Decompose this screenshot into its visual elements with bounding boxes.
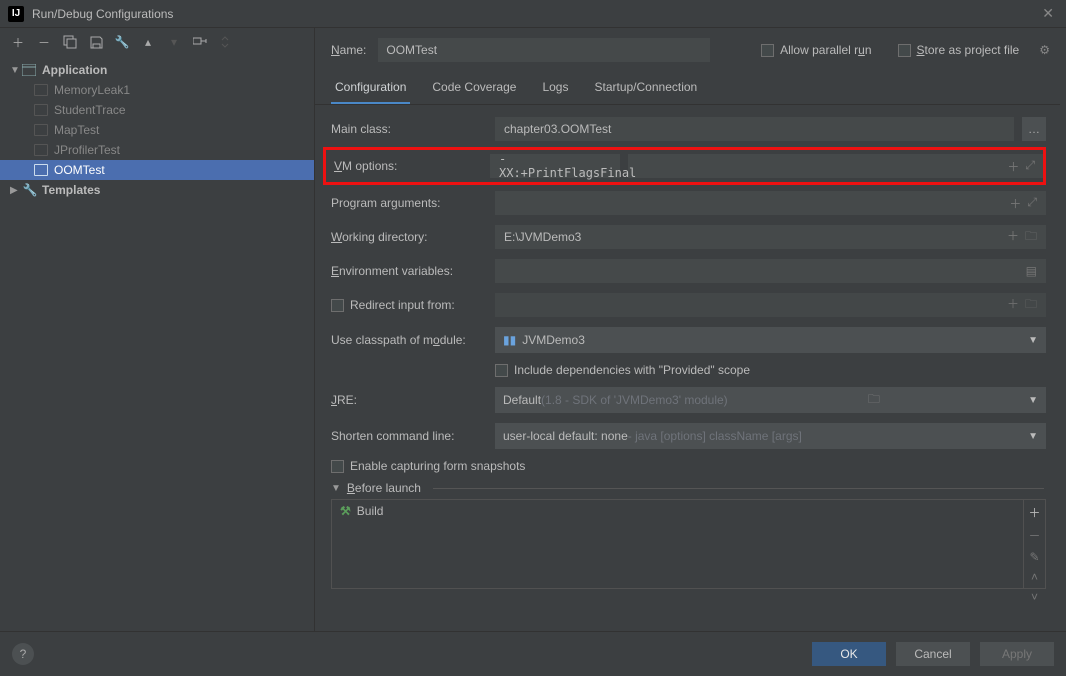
add-macro-icon[interactable]: ＋ xyxy=(1007,227,1019,248)
main-panel: Name: Allow parallel run Store as projec… xyxy=(315,28,1066,631)
move-up-icon[interactable]: ˄ xyxy=(1031,570,1038,584)
tab-startup[interactable]: Startup/Connection xyxy=(590,72,701,104)
add-macro-icon[interactable]: ＋ xyxy=(1007,158,1019,175)
main-class-label: Main class: xyxy=(331,122,487,136)
vm-options-input[interactable]: -XX:+PrintFlagsFinal xyxy=(490,154,620,178)
classpath-dropdown[interactable]: ▮▮ JVMDemo3 ▼ xyxy=(495,327,1046,353)
expand-arrow-icon: ▶ xyxy=(10,185,22,196)
vm-options-label: VM options: xyxy=(334,159,482,173)
chevron-down-icon: ▼ xyxy=(1028,335,1038,346)
ok-button[interactable]: OK xyxy=(812,642,886,666)
browse-class-button[interactable]: … xyxy=(1022,117,1046,141)
expand-arrow-icon: ▼ xyxy=(10,65,22,76)
footer: ? OK Cancel Apply xyxy=(0,631,1066,676)
tab-configuration[interactable]: Configuration xyxy=(331,72,410,104)
tab-code-coverage[interactable]: Code Coverage xyxy=(428,72,520,104)
jre-label: JRE: xyxy=(331,393,487,407)
config-icon xyxy=(34,84,48,96)
tree-item-selected[interactable]: OOMTest xyxy=(0,160,314,180)
remove-icon[interactable]: － xyxy=(36,34,52,50)
working-dir-label: Working directory: xyxy=(331,230,487,244)
intellij-icon: IJ xyxy=(8,6,24,22)
remove-task-icon[interactable]: － xyxy=(1028,527,1040,544)
config-icon xyxy=(34,104,48,116)
classpath-label: Use classpath of module: xyxy=(331,333,487,347)
add-macro-icon[interactable]: ＋ xyxy=(1007,295,1019,316)
titlebar: IJ Run/Debug Configurations ✕ xyxy=(0,0,1066,28)
expand-arrow-icon: ▼ xyxy=(331,483,341,494)
add-task-icon[interactable]: ＋ xyxy=(1028,504,1040,521)
tree-item[interactable]: MemoryLeak1 xyxy=(0,80,314,100)
before-launch-list: ⚒ Build ＋ － ✎ ˄ ˅ xyxy=(331,499,1046,589)
enable-snapshots-checkbox[interactable]: Enable capturing form snapshots xyxy=(331,459,525,473)
expand-icon[interactable]: ⤢ xyxy=(1027,195,1037,212)
add-macro-icon[interactable]: ＋ xyxy=(1009,195,1021,212)
list-icon[interactable]: ▤ xyxy=(1026,264,1037,278)
close-icon[interactable]: ✕ xyxy=(1038,5,1058,22)
folder-tree-icon[interactable] xyxy=(192,34,208,50)
templates-label: Templates xyxy=(42,183,100,197)
chevron-down-icon: ▼ xyxy=(1028,395,1038,406)
name-input[interactable] xyxy=(378,38,710,62)
tree-item[interactable]: JProfilerTest xyxy=(0,140,314,160)
main-class-input[interactable]: chapter03.OOMTest xyxy=(495,117,1014,141)
move-down-icon[interactable]: ˅ xyxy=(1031,590,1038,604)
program-args-label: Program arguments: xyxy=(331,196,487,210)
vm-options-highlight: VM options: -XX:+PrintFlagsFinal ＋⤢ xyxy=(323,147,1046,185)
window-title: Run/Debug Configurations xyxy=(32,7,1038,21)
sidebar: ＋ － 🔧 ▴ ▾ ▼ Application MemoryLeak1 Stud… xyxy=(0,28,315,631)
tree-node-templates[interactable]: ▶ 🔧 Templates xyxy=(0,180,314,200)
folder-icon[interactable]: 🗀 xyxy=(1025,295,1037,316)
expand-icon[interactable]: ⤢ xyxy=(1025,158,1035,175)
program-args-input[interactable]: ＋⤢ xyxy=(495,191,1046,215)
config-tree: ▼ Application MemoryLeak1 StudentTrace M… xyxy=(0,56,314,631)
jre-dropdown[interactable]: Default (1.8 - SDK of 'JVMDemo3' module)… xyxy=(495,387,1046,413)
module-icon: ▮▮ xyxy=(503,333,516,347)
build-task[interactable]: Build xyxy=(357,504,384,518)
gear-icon[interactable]: ⚙ xyxy=(1039,43,1050,57)
config-icon xyxy=(34,124,48,136)
vm-options-input-ext[interactable]: ＋⤢ xyxy=(628,154,1043,178)
help-button[interactable]: ? xyxy=(12,643,34,665)
hammer-icon: ⚒ xyxy=(340,504,351,518)
chevron-down-icon: ▼ xyxy=(1028,431,1038,442)
edit-task-icon[interactable]: ✎ xyxy=(1029,550,1039,564)
add-icon[interactable]: ＋ xyxy=(10,34,26,50)
folder-icon[interactable]: 🗀 xyxy=(1025,227,1037,248)
tree-node-application[interactable]: ▼ Application xyxy=(0,60,314,80)
shorten-label: Shorten command line: xyxy=(331,429,487,443)
env-vars-input[interactable]: ▤ xyxy=(495,259,1046,283)
redirect-input-field[interactable]: ＋🗀 xyxy=(495,293,1046,317)
apply-button[interactable]: Apply xyxy=(980,642,1054,666)
folder-icon[interactable]: 🗀 xyxy=(868,390,880,411)
config-icon xyxy=(34,164,48,176)
sidebar-toolbar: ＋ － 🔧 ▴ ▾ xyxy=(0,28,314,56)
working-dir-input[interactable]: E:\JVMDemo3＋🗀 xyxy=(495,225,1046,249)
env-vars-label: Environment variables: xyxy=(331,264,487,278)
include-provided-checkbox[interactable]: Include dependencies with "Provided" sco… xyxy=(495,363,750,377)
tabs: Configuration Code Coverage Logs Startup… xyxy=(315,72,1060,105)
tree-item[interactable]: MapTest xyxy=(0,120,314,140)
save-icon[interactable] xyxy=(88,34,104,50)
store-project-checkbox[interactable]: Store as project file xyxy=(898,43,1020,57)
name-label: Name: xyxy=(331,43,366,57)
redirect-input-checkbox[interactable]: Redirect input from: xyxy=(331,298,487,312)
move-down-icon[interactable]: ▾ xyxy=(166,34,182,50)
application-icon xyxy=(22,64,38,76)
collapse-icon[interactable] xyxy=(218,34,234,50)
config-icon xyxy=(34,144,48,156)
allow-parallel-checkbox[interactable]: Allow parallel run xyxy=(761,43,871,57)
copy-icon[interactable] xyxy=(62,34,78,50)
shorten-dropdown[interactable]: user-local default: none - java [options… xyxy=(495,423,1046,449)
wrench-icon: 🔧 xyxy=(22,183,38,197)
cancel-button[interactable]: Cancel xyxy=(896,642,970,666)
before-launch-section[interactable]: ▼ Before launch xyxy=(315,481,1060,495)
tab-logs[interactable]: Logs xyxy=(538,72,572,104)
application-label: Application xyxy=(42,63,107,77)
move-up-icon[interactable]: ▴ xyxy=(140,34,156,50)
wrench-icon[interactable]: 🔧 xyxy=(114,34,130,50)
tree-item[interactable]: StudentTrace xyxy=(0,100,314,120)
